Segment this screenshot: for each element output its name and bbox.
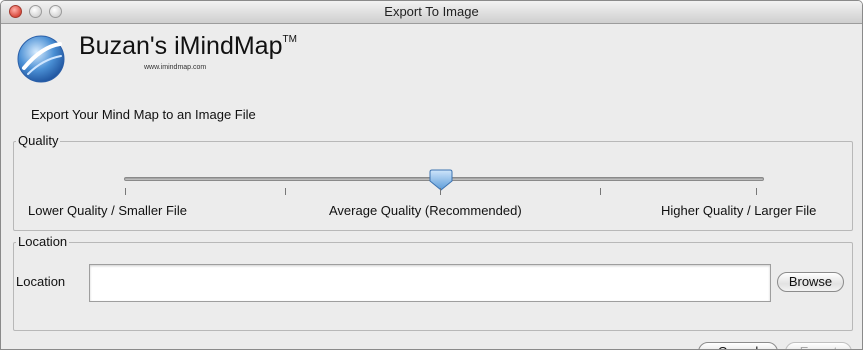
low-quality-label: Lower Quality / Smaller File (28, 203, 187, 218)
quality-tick (440, 188, 441, 195)
location-input[interactable] (89, 264, 771, 302)
high-quality-label: Higher Quality / Larger File (661, 203, 817, 218)
quality-tick (285, 188, 286, 195)
quality-tick (600, 188, 601, 195)
location-legend: Location (16, 234, 70, 249)
location-label: Location (16, 274, 66, 289)
export-button: Export (785, 342, 852, 349)
dialog-content: Buzan's iMindMapTM www.imindmap.com Expo… (1, 24, 862, 349)
quality-legend: Quality (16, 133, 61, 148)
quality-slider-thumb[interactable] (429, 169, 453, 191)
quality-group: Quality Lower Quality / Smaller File Ave… (13, 133, 853, 231)
export-dialog-window: Export To Image Buzan's iMindMapTM www.i… (0, 0, 863, 350)
brand-url: www.imindmap.com (144, 64, 207, 71)
title-bar[interactable]: Export To Image (1, 1, 862, 24)
cancel-button[interactable]: Cancel (698, 342, 778, 349)
brand-name: Buzan's iMindMapTM (79, 32, 297, 60)
quality-tick (756, 188, 757, 195)
location-group: Location Location Browse (13, 234, 853, 331)
browse-button[interactable]: Browse (777, 272, 844, 292)
intro-text: Export Your Mind Map to an Image File (31, 107, 256, 122)
window-title: Export To Image (384, 4, 479, 19)
quality-tick (125, 188, 126, 195)
imindmap-logo-icon (17, 35, 65, 83)
average-quality-label: Average Quality (Recommended) (329, 203, 522, 218)
